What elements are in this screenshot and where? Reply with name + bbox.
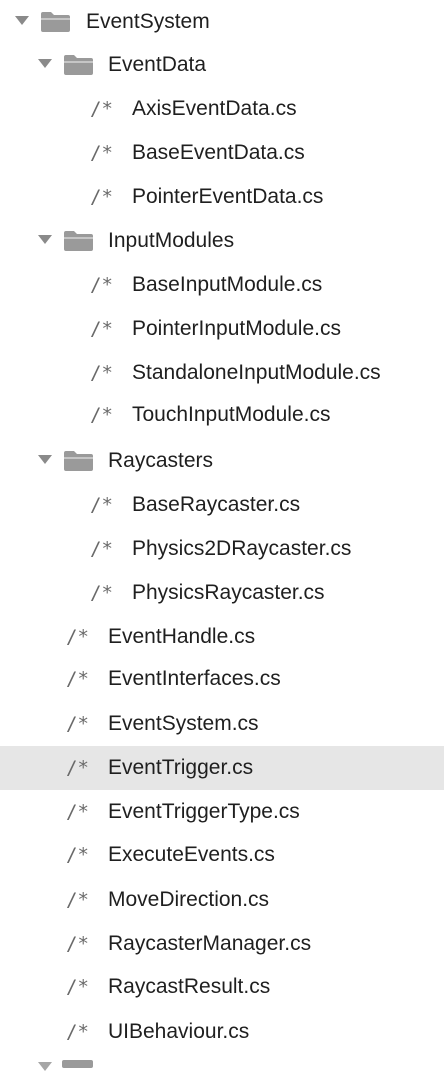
disclosure-triangle-icon[interactable]: [38, 1062, 52, 1071]
tree-file-eventhandle[interactable]: /* EventHandle.cs: [0, 615, 444, 659]
tree-folder-label: EventData: [108, 53, 207, 76]
tree-file-eventsystem[interactable]: /* EventSystem.cs: [0, 702, 444, 746]
tree-file-eventtriggertype[interactable]: /* EventTriggerType.cs: [0, 790, 444, 834]
tree-file-label: RaycasterManager.cs: [108, 932, 312, 955]
tree-file-baseeventdata[interactable]: /* BaseEventData.cs: [0, 131, 444, 175]
tree-folder-eventdata[interactable]: EventData: [0, 43, 444, 87]
tree-folder-raycasters[interactable]: Raycasters: [0, 439, 444, 483]
source-file-icon: /*: [90, 404, 113, 426]
tree-file-label: ExecuteEvents.cs: [108, 843, 275, 866]
folder-icon: [41, 12, 70, 32]
tree-file-physics2draycaster[interactable]: /* Physics2DRaycaster.cs: [0, 527, 444, 571]
source-file-icon: /*: [66, 844, 89, 866]
source-file-icon: /*: [66, 889, 89, 911]
source-file-icon: /*: [90, 582, 113, 604]
source-file-icon: /*: [90, 186, 113, 208]
tree-file-label: EventHandle.cs: [108, 625, 256, 648]
tree-file-uibehaviour[interactable]: /* UIBehaviour.cs: [0, 1010, 444, 1054]
tree-file-axiseventdata[interactable]: /* AxisEventData.cs: [0, 87, 444, 131]
folder-icon: [64, 231, 93, 251]
tree-file-label: Physics2DRaycaster.cs: [132, 537, 352, 560]
source-file-icon: /*: [90, 362, 113, 384]
source-file-icon: /*: [66, 757, 89, 779]
tree-file-label: PointerInputModule.cs: [132, 317, 341, 340]
tree-file-physicsraycaster[interactable]: /* PhysicsRaycaster.cs: [0, 571, 444, 615]
tree-file-label: StandaloneInputModule.cs: [132, 361, 381, 384]
tree-file-label: BaseRaycaster.cs: [132, 493, 301, 516]
folder-icon: [64, 451, 93, 471]
tree-file-label: RaycastResult.cs: [108, 975, 271, 998]
tree-file-baseraycaster[interactable]: /* BaseRaycaster.cs: [0, 483, 444, 527]
source-file-icon: /*: [90, 318, 113, 340]
tree-file-label: BaseEventData.cs: [132, 141, 305, 164]
tree-file-executeevents[interactable]: /* ExecuteEvents.cs: [0, 833, 444, 877]
source-file-icon: /*: [66, 976, 89, 998]
tree-file-eventtrigger[interactable]: /* EventTrigger.cs: [0, 746, 444, 790]
source-file-icon: /*: [66, 801, 89, 823]
source-file-icon: /*: [90, 494, 113, 516]
source-file-icon: /*: [66, 713, 89, 735]
source-file-icon: /*: [90, 274, 113, 296]
tree-folder-inputmodules[interactable]: InputModules: [0, 219, 444, 263]
tree-file-label: TouchInputModule.cs: [132, 403, 331, 426]
tree-file-raycastresult[interactable]: /* RaycastResult.cs: [0, 965, 444, 1009]
tree-file-label: EventInterfaces.cs: [108, 667, 281, 690]
tree-file-raycastermanager[interactable]: /* RaycasterManager.cs: [0, 922, 444, 966]
disclosure-triangle-icon[interactable]: [38, 235, 52, 244]
disclosure-triangle-icon[interactable]: [15, 16, 29, 25]
tree-file-label: AxisEventData.cs: [132, 97, 297, 120]
tree-folder-label: Raycasters: [108, 449, 214, 472]
tree-folder-label: EventSystem: [86, 10, 210, 33]
tree-file-touchinputmodule[interactable]: /* TouchInputModule.cs: [0, 393, 444, 437]
tree-file-movedirection[interactable]: /* MoveDirection.cs: [0, 878, 444, 922]
source-file-icon: /*: [90, 538, 113, 560]
file-tree: EventSystem EventData /* AxisEventData.c…: [0, 0, 444, 1071]
disclosure-triangle-icon[interactable]: [38, 455, 52, 464]
source-file-icon: /*: [66, 626, 89, 648]
tree-file-standaloneinputmodule[interactable]: /* StandaloneInputModule.cs: [0, 351, 444, 395]
disclosure-triangle-icon[interactable]: [38, 59, 52, 68]
tree-file-pointereventdata[interactable]: /* PointerEventData.cs: [0, 175, 444, 219]
source-file-icon: /*: [66, 933, 89, 955]
tree-file-pointerinputmodule[interactable]: /* PointerInputModule.cs: [0, 307, 444, 351]
tree-file-label: PhysicsRaycaster.cs: [132, 581, 325, 604]
tree-folder-label: InputModules: [108, 229, 235, 252]
tree-folder-eventsystem[interactable]: EventSystem: [0, 0, 444, 44]
tree-file-eventinterfaces[interactable]: /* EventInterfaces.cs: [0, 657, 444, 701]
tree-file-label: UIBehaviour.cs: [108, 1020, 250, 1043]
tree-file-label: EventTriggerType.cs: [108, 800, 300, 823]
tree-file-baseinputmodule[interactable]: /* BaseInputModule.cs: [0, 263, 444, 307]
source-file-icon: /*: [66, 1021, 89, 1043]
source-file-icon: /*: [90, 142, 113, 164]
source-file-icon: /*: [90, 98, 113, 120]
tree-file-label: EventTrigger.cs: [108, 756, 254, 779]
tree-file-label: BaseInputModule.cs: [132, 273, 323, 296]
source-file-icon: /*: [66, 668, 89, 690]
tree-file-label: MoveDirection.cs: [108, 888, 270, 911]
folder-icon: [62, 1060, 93, 1068]
tree-file-label: PointerEventData.cs: [132, 185, 324, 208]
folder-icon: [64, 55, 93, 75]
tree-file-label: EventSystem.cs: [108, 712, 259, 735]
